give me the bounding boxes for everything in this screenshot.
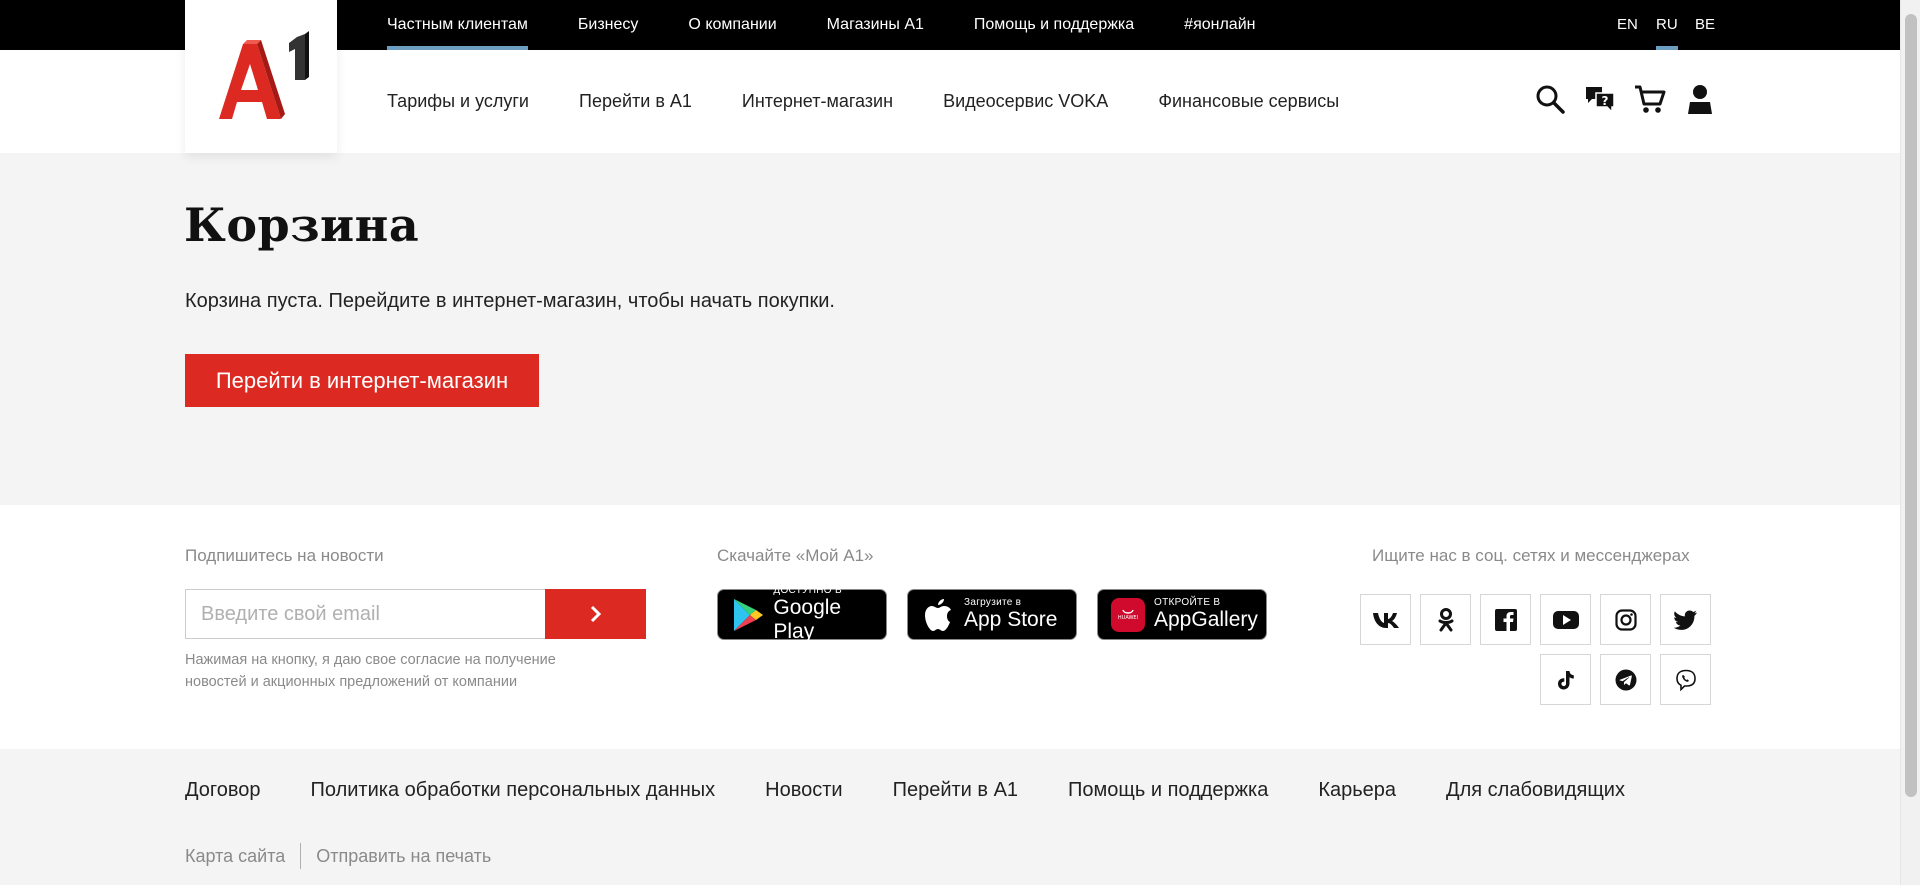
newsletter-label: Подпишитесь на новости: [185, 546, 384, 565]
topnav-item-private-clients[interactable]: Частным клиентам: [387, 0, 528, 50]
store-big-text: App Store: [964, 608, 1058, 631]
apps-label: Скачайте «Мой А1»: [717, 546, 874, 565]
go-to-store-button[interactable]: Перейти в интернет-магазин: [185, 354, 539, 407]
topnav-item-online[interactable]: #яонлайн: [1184, 0, 1255, 50]
page-title: Корзина: [184, 198, 420, 252]
odnoklassniki-icon[interactable]: [1420, 594, 1471, 645]
footer-link-news[interactable]: Новости: [765, 779, 842, 802]
tiktok-icon[interactable]: [1540, 654, 1591, 705]
nav-online-store[interactable]: Интернет-магазин: [742, 91, 893, 112]
store-small-text: Загрузите в: [964, 597, 1022, 608]
footer-bottom: Договор Политика обработки персональных …: [0, 749, 1900, 885]
logo-link[interactable]: [185, 0, 337, 153]
subscribe-button[interactable]: [545, 589, 646, 639]
store-small-text: ДОСТУПНО В: [773, 585, 842, 596]
google-play-badge[interactable]: ДОСТУПНО В Google Play: [717, 585, 887, 643]
audience-nav: Частным клиентам Бизнесу О компании Мага…: [387, 0, 1305, 50]
cart-icon[interactable]: [1633, 82, 1667, 116]
topnav-item-business[interactable]: Бизнесу: [578, 0, 639, 50]
topnav-item-stores[interactable]: Магазины А1: [827, 0, 924, 50]
footer-link-privacy-policy[interactable]: Политика обработки персональных данных: [311, 779, 716, 802]
footer-link-contract[interactable]: Договор: [185, 779, 261, 802]
nav-tariffs[interactable]: Тарифы и услуги: [387, 91, 529, 112]
instagram-icon[interactable]: [1600, 594, 1651, 645]
footer-link-switch-to-a1[interactable]: Перейти в А1: [893, 779, 1018, 802]
a1-logo: [219, 31, 309, 119]
topnav-item-about[interactable]: О компании: [688, 0, 776, 50]
email-input[interactable]: [185, 589, 545, 639]
page-scrollbar[interactable]: [1900, 0, 1920, 885]
cart-empty-message: Корзина пуста. Перейдите в интернет-мага…: [185, 290, 835, 312]
header-actions: ?: [1533, 82, 1733, 116]
footer-link-help[interactable]: Помощь и поддержка: [1068, 779, 1268, 802]
facebook-icon[interactable]: [1480, 594, 1531, 645]
social-label: Ищите нас в соц. сетях и мессенджерах: [1372, 546, 1690, 565]
store-big-text: AppGallery: [1154, 608, 1258, 631]
topnav-item-help[interactable]: Помощь и поддержка: [974, 0, 1134, 50]
cart-section: Корзина Корзина пуста. Перейдите в интер…: [0, 153, 1900, 505]
twitter-icon[interactable]: [1660, 594, 1711, 645]
lang-be[interactable]: BE: [1695, 0, 1715, 50]
youtube-icon[interactable]: [1540, 594, 1591, 645]
footer-link-careers[interactable]: Карьера: [1318, 779, 1396, 802]
lang-en[interactable]: EN: [1617, 0, 1638, 50]
footer-sublinks: Карта сайта Отправить на печать: [185, 843, 491, 869]
nav-switch-to-a1[interactable]: Перейти в А1: [579, 91, 692, 112]
footer-link-accessibility[interactable]: Для слабовидящих: [1446, 779, 1625, 802]
nav-voka[interactable]: Видеосервис VOKA: [943, 91, 1108, 112]
nav-financial-services[interactable]: Финансовые сервисы: [1158, 91, 1339, 112]
store-small-text: ОТКРОЙТЕ В: [1154, 597, 1221, 608]
store-big-text: Google Play: [773, 596, 842, 643]
search-icon[interactable]: [1533, 82, 1567, 116]
lang-ru[interactable]: RU: [1656, 0, 1678, 50]
telegram-icon[interactable]: [1600, 654, 1651, 705]
google-play-icon: [733, 598, 763, 631]
user-icon[interactable]: [1683, 82, 1717, 116]
main-nav: Тарифы и услуги Перейти в А1 Интернет-ма…: [387, 50, 1389, 153]
app-store-badge[interactable]: Загрузите в App Store: [907, 589, 1077, 640]
scrollbar-thumb[interactable]: [1905, 14, 1917, 797]
divider: [300, 843, 302, 869]
huawei-badge-text: HUAWEI: [1117, 614, 1139, 621]
print-link[interactable]: Отправить на печать: [316, 846, 491, 867]
chevron-right-icon: [590, 605, 601, 623]
footer-links: Договор Политика обработки персональных …: [185, 779, 1675, 802]
app-gallery-badge[interactable]: HUAWEI ОТКРОЙТЕ В AppGallery: [1097, 589, 1267, 640]
viber-icon[interactable]: [1660, 654, 1711, 705]
sitemap-link[interactable]: Карта сайта: [185, 846, 285, 867]
newsletter-form: [185, 589, 646, 639]
footer-top: Подпишитесь на новости Нажимая на кнопку…: [0, 505, 1900, 749]
support-chat-icon[interactable]: ?: [1583, 82, 1617, 116]
apple-icon: [925, 598, 951, 631]
vk-icon[interactable]: [1360, 594, 1411, 645]
huawei-appgallery-icon: HUAWEI: [1111, 597, 1145, 632]
svg-text:?: ?: [1602, 94, 1609, 108]
consent-text: Нажимая на кнопку, я даю свое согласие н…: [185, 652, 556, 690]
